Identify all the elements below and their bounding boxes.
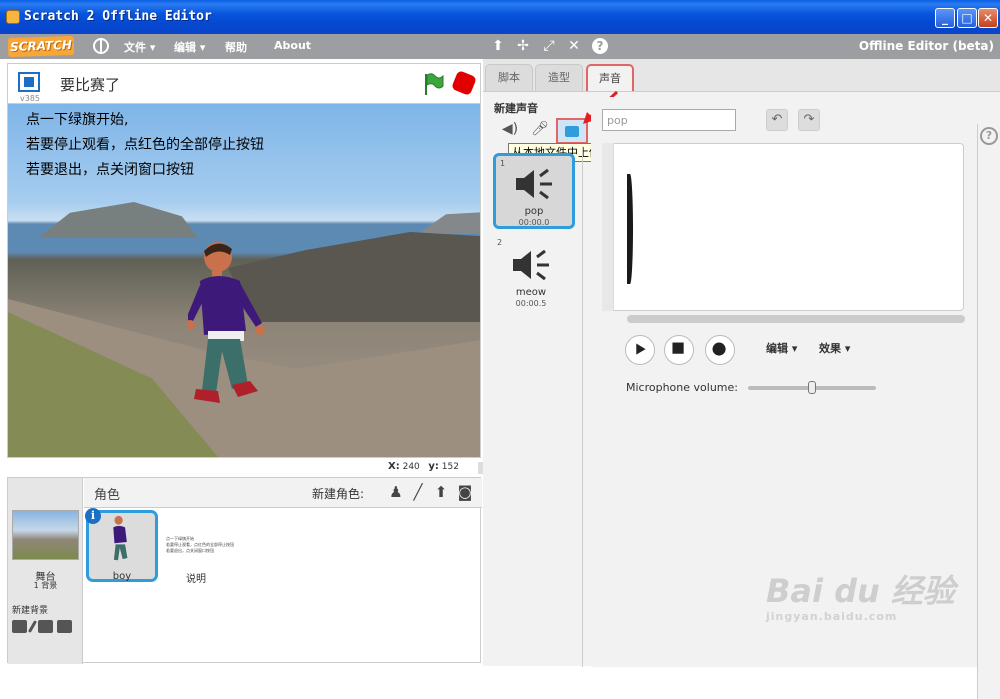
speaker-icon: [516, 168, 552, 200]
new-sound-label: 新建声音: [494, 102, 538, 115]
sound-edit-menu[interactable]: 编辑 ▾: [766, 340, 797, 356]
edit-menu[interactable]: 编辑 ▾: [174, 39, 205, 55]
window-title: Scratch 2 Offline Editor: [24, 9, 212, 24]
note-preview-line-3: 若要退出，点关闭窗口按钮: [166, 548, 214, 553]
boy-sprite[interactable]: [188, 239, 278, 409]
about-menu[interactable]: About: [274, 39, 311, 52]
record-button[interactable]: [705, 335, 735, 365]
play-icon: [636, 343, 646, 355]
stage-column: 舞台 1 背景 新建背景: [8, 478, 83, 664]
shrink-icon[interactable]: ✕: [566, 38, 582, 54]
x-label: X:: [388, 461, 400, 472]
cut-icon[interactable]: ✢: [515, 38, 531, 54]
close-button[interactable]: ✕: [978, 8, 998, 28]
sound-name: pop: [524, 206, 544, 217]
sound-name: meow: [515, 287, 547, 298]
instruction-line-2: 若要停止观看，点红色的全部停止按钮: [26, 137, 264, 153]
fullscreen-icon[interactable]: [18, 72, 40, 92]
maximize-button[interactable]: □: [957, 8, 977, 28]
speaker-icon: [513, 249, 549, 281]
app-icon: [6, 10, 20, 24]
tab-costumes[interactable]: 造型: [535, 64, 583, 91]
upload-backdrop-icon[interactable]: [38, 620, 53, 633]
baidu-watermark: Bai du 经验 jingyan.baidu.com: [766, 566, 955, 623]
microphone-volume-slider[interactable]: [748, 381, 876, 394]
record-sound-icon[interactable]: 🎤︎: [531, 120, 549, 138]
help-icon[interactable]: ?: [980, 127, 998, 145]
sprite-library-icon[interactable]: ♟: [387, 483, 405, 501]
stage-canvas[interactable]: 点一下绿旗开始, 若要停止观看，点红色的全部停止按钮 若要退出，点关闭窗口按钮: [7, 103, 481, 458]
menu-bar: SCRATCH 文件 ▾ 编辑 ▾ 帮助 About ⬆ ✢ ⤢ ✕ ? Off…: [0, 34, 1000, 59]
new-backdrop-label: 新建背景: [12, 606, 49, 616]
new-backdrop-tools: [12, 620, 72, 633]
backdrop-mountain: [38, 202, 198, 238]
help-menu[interactable]: 帮助: [225, 39, 247, 55]
x-value: 240: [402, 462, 420, 472]
sprite-name-note[interactable]: 说明: [186, 570, 206, 585]
upload-sprite-icon[interactable]: ⬆: [432, 483, 450, 501]
microphone-volume-label: Microphone volume:: [626, 381, 738, 394]
undo-icon[interactable]: ↶: [766, 109, 788, 131]
sprite-thumbnail-boy[interactable]: i boy: [85, 508, 158, 582]
watermark-brand: Bai du 经验: [766, 572, 955, 610]
sound-list: 1 pop 00:00.0 2 meow 00:00.5: [483, 147, 583, 667]
language-globe-icon[interactable]: [93, 38, 109, 54]
sprites-label: 角色: [94, 488, 121, 503]
offline-editor-label: Offline Editor (beta): [858, 39, 994, 53]
project-title[interactable]: 要比赛了: [60, 74, 120, 95]
stamp-icon[interactable]: ⬆: [490, 38, 506, 54]
scratch-logo[interactable]: SCRATCH: [7, 35, 75, 58]
slider-knob[interactable]: [808, 381, 816, 394]
help-side-tab[interactable]: ?: [977, 124, 1000, 699]
paint-backdrop-icon[interactable]: [27, 620, 38, 633]
paint-sprite-icon[interactable]: ╱: [409, 483, 427, 501]
mouse-coordinates: X: 240 y: 152: [388, 461, 459, 472]
green-flag-icon[interactable]: [422, 72, 444, 96]
instruction-line-1: 点一下绿旗开始,: [26, 112, 129, 128]
sound-item-pop[interactable]: 1 pop 00:00.0: [493, 153, 575, 229]
waveform-horizontal-scrollbar[interactable]: [627, 315, 965, 323]
sound-name-input[interactable]: [602, 109, 736, 131]
waveform-vertical-scrollbar[interactable]: [602, 143, 614, 311]
camera-sprite-icon[interactable]: ◙: [456, 483, 474, 501]
play-button[interactable]: [625, 335, 655, 365]
help-icon[interactable]: ?: [592, 38, 608, 54]
boy-thumbnail-icon: [113, 515, 128, 561]
sound-duration: 00:00.0: [518, 218, 550, 227]
stage-header: v385 要比赛了: [7, 63, 481, 103]
camera-backdrop-icon[interactable]: [57, 620, 72, 633]
info-icon[interactable]: i: [85, 508, 101, 524]
sound-library-icon[interactable]: ◀): [501, 120, 519, 138]
sprite-name-boy: boy: [112, 571, 132, 582]
stop-sign-icon[interactable]: [450, 69, 478, 97]
sound-item-meow[interactable]: 2 meow 00:00.5: [493, 235, 575, 311]
waveform-view[interactable]: [602, 143, 964, 311]
new-sprite-label: 新建角色:: [312, 487, 365, 501]
instruction-line-3: 若要退出，点关闭窗口按钮: [26, 162, 194, 178]
stop-icon: [672, 342, 684, 354]
stop-button[interactable]: [664, 335, 694, 365]
sound-effects-menu[interactable]: 效果 ▾: [819, 340, 850, 356]
tab-scripts[interactable]: 脚本: [485, 64, 533, 91]
minimize-button[interactable]: _: [935, 8, 955, 28]
backdrop-mountain-right: [418, 212, 480, 234]
stage-backdrop-count: 1 背景: [33, 581, 58, 590]
sprites-header: 角色 新建角色: ♟ ╱ ⬆ ◙: [84, 478, 482, 508]
backdrop-library-icon[interactable]: [12, 620, 27, 633]
note-sprite-preview[interactable]: 点一下绿旗开始 若要停止观看，点红色的全部停止按钮 若要退出，点关闭窗口按钮: [166, 536, 234, 554]
sound-duration: 00:00.5: [515, 299, 547, 308]
record-icon: [712, 342, 726, 356]
stage-thumbnail[interactable]: [12, 510, 79, 560]
sound-number: 2: [497, 238, 503, 247]
file-menu[interactable]: 文件 ▾: [124, 39, 155, 55]
version-label: v385: [20, 94, 41, 103]
sound-number: 1: [500, 159, 506, 168]
tab-sounds[interactable]: 声音: [586, 64, 634, 91]
y-label: y:: [428, 461, 439, 472]
y-value: 152: [441, 462, 459, 472]
window-title-bar: Scratch 2 Offline Editor _ □ ✕: [0, 0, 1000, 34]
sprite-pane: 舞台 1 背景 新建背景 角色 新建角色: ♟ ╱ ⬆ ◙ i boy 点一下绿…: [7, 477, 482, 664]
grow-icon[interactable]: ⤢: [541, 38, 557, 54]
redo-icon[interactable]: ↷: [798, 109, 820, 131]
